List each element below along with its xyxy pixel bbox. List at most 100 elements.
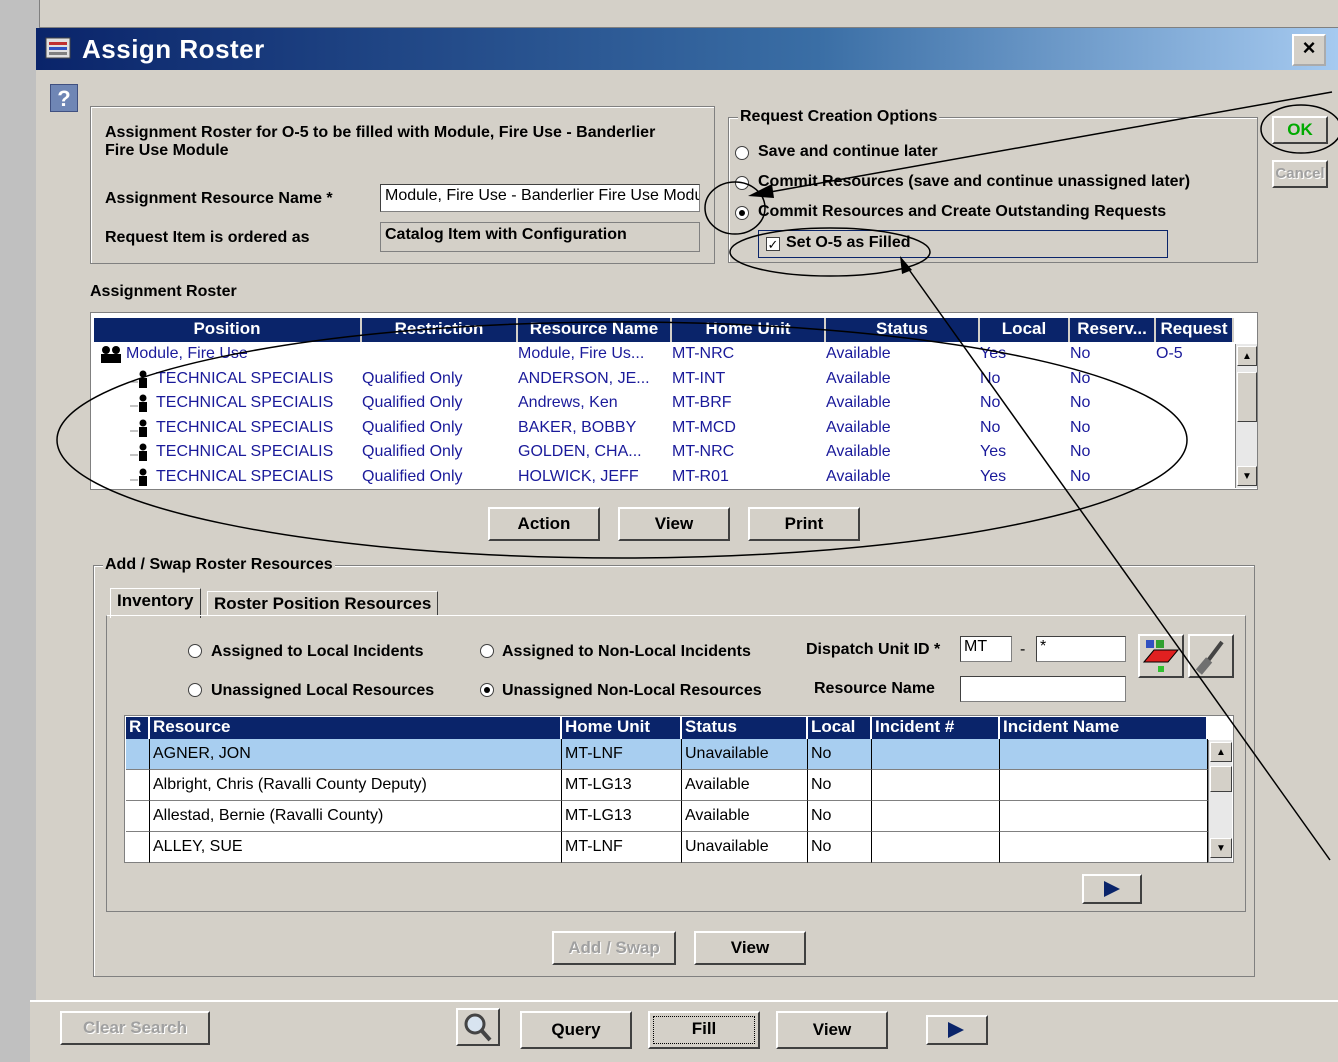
inventory-cell-incident: [872, 832, 1000, 863]
inventory-column-header[interactable]: Home Unit: [562, 717, 682, 739]
ordered-as-label: Request Item is ordered as: [105, 229, 310, 246]
dialog-titlebar[interactable]: Assign Roster ×: [36, 28, 1338, 70]
magnifier-icon[interactable]: [456, 1008, 500, 1046]
inventory-scroll-down-icon[interactable]: ▼: [1210, 838, 1232, 858]
inventory-column-header[interactable]: Incident Name: [1000, 717, 1208, 739]
inventory-row[interactable]: AGNER, JON MT-LNF Unavailable No: [126, 739, 1208, 770]
close-button[interactable]: ×: [1292, 34, 1326, 66]
background-window-strip: [0, 0, 1338, 28]
roster-row[interactable]: TECHNICAL SPECIALIS Qualified Only BAKER, …: [94, 416, 1234, 440]
radio-unassigned-nonlocal-label: Unassigned Non-Local Resources: [502, 682, 762, 699]
inventory-scroll-thumb[interactable]: [1210, 766, 1232, 792]
roster-cell-name: Module, Fire Us...: [518, 345, 645, 362]
resource-name-search-field[interactable]: [960, 676, 1126, 702]
tab-roster-position-resources[interactable]: Roster Position Resources: [207, 591, 439, 616]
clear-search-button[interactable]: Clear Search: [60, 1011, 210, 1045]
dispatch-separator: -: [1020, 641, 1026, 658]
inventory-cell-local: No: [808, 801, 872, 832]
cancel-button[interactable]: Cancel: [1272, 160, 1328, 188]
inventory-cell-status: Unavailable: [682, 832, 808, 863]
roster-cell-reserve: No: [1070, 345, 1091, 362]
roster-row[interactable]: TECHNICAL SPECIALIS Qualified Only GOLDEN,…: [94, 440, 1234, 464]
inventory-cell-r: [126, 832, 150, 863]
bottom-view-button[interactable]: View: [776, 1011, 888, 1049]
inventory-column-header[interactable]: R: [126, 717, 150, 739]
roster-row[interactable]: Module, Fire Use Module, Fire Us... MT-NRC…: [94, 342, 1234, 366]
roster-cell-request: [1156, 367, 1234, 391]
inventory-cell-status: Available: [682, 770, 808, 801]
roster-column-header[interactable]: Request: [1156, 318, 1234, 342]
dispatch-unit-field[interactable]: MT: [960, 636, 1012, 662]
inventory-cell-unit: MT-LG13: [562, 770, 682, 801]
person-icon: [130, 370, 150, 388]
inventory-scrollbar[interactable]: ▲ ▼: [1208, 740, 1232, 862]
radio-unassigned-nonlocal[interactable]: [480, 683, 494, 697]
inventory-table-header: R Resource Home Unit Status Local Incident # I…: [126, 717, 1208, 739]
ordered-as-value: Catalog Item with Configuration: [380, 222, 700, 252]
roster-cell-reserve: No: [1070, 394, 1091, 411]
print-button[interactable]: Print: [748, 507, 860, 541]
roster-row[interactable]: TECHNICAL SPECIALIS Qualified Only Andrews…: [94, 391, 1234, 415]
scroll-down-icon[interactable]: ▼: [1237, 466, 1257, 486]
inventory-table-body: AGNER, JON MT-LNF Unavailable No Albright, C…: [126, 739, 1208, 863]
roster-column-header[interactable]: Position: [94, 318, 362, 342]
dispatch-unit-field-2[interactable]: *: [1036, 636, 1126, 662]
tab-inventory[interactable]: Inventory: [110, 588, 201, 618]
set-filled-label: Set O-5 as Filled: [786, 234, 911, 251]
bottom-next-arrow-icon[interactable]: [926, 1015, 988, 1045]
swap-view-button[interactable]: View: [694, 931, 806, 965]
inventory-column-header[interactable]: Resource: [150, 717, 562, 739]
roster-cell-request: [1156, 416, 1234, 440]
add-swap-button[interactable]: Add / Swap: [552, 931, 676, 965]
radio-unassigned-local[interactable]: [188, 683, 202, 697]
roster-column-header[interactable]: Home Unit: [672, 318, 826, 342]
radio-commit-create-label: Commit Resources and Create Outstanding …: [758, 203, 1167, 220]
scroll-up-icon[interactable]: ▲: [1237, 346, 1257, 366]
query-button[interactable]: Query: [520, 1011, 632, 1049]
ok-button[interactable]: OK: [1272, 116, 1328, 144]
roster-cell-reserve: No: [1070, 467, 1091, 485]
roster-column-header[interactable]: Status: [826, 318, 980, 342]
roster-cell-local: Yes: [980, 345, 1007, 362]
roster-row[interactable]: TECHNICAL SPECIALIS Qualified Only HOLWICK…: [94, 465, 1234, 489]
roster-cell-local: No: [980, 418, 1001, 436]
inventory-column-header[interactable]: Incident #: [872, 717, 1000, 739]
inventory-column-header[interactable]: Local: [808, 717, 872, 739]
inventory-cell-local: No: [808, 770, 872, 801]
help-icon[interactable]: ?: [50, 84, 78, 112]
roster-cell-unit: MT-R01: [672, 467, 729, 485]
clear-eraser-icon[interactable]: [1188, 634, 1234, 678]
roster-scrollbar[interactable]: ▲ ▼: [1235, 344, 1257, 488]
inventory-scroll-up-icon[interactable]: ▲: [1210, 742, 1232, 762]
roster-column-header[interactable]: Restriction: [362, 318, 518, 342]
roster-cell-request: [1156, 391, 1234, 415]
inventory-cell-r: [126, 739, 150, 770]
inventory-row[interactable]: Albright, Chris (Ravalli County Deputy) M…: [126, 770, 1208, 801]
roster-cell-restriction: Qualified Only: [362, 443, 463, 460]
roster-column-header[interactable]: Resource Name: [518, 318, 672, 342]
roster-view-button[interactable]: View: [618, 507, 730, 541]
roster-column-header[interactable]: Local: [980, 318, 1070, 342]
resource-name-field[interactable]: Module, Fire Use - Banderlier Fire Use M…: [380, 184, 700, 212]
action-button[interactable]: Action: [488, 507, 600, 541]
scroll-thumb[interactable]: [1237, 372, 1257, 422]
unit-picker-icon[interactable]: [1138, 634, 1184, 678]
radio-save-later[interactable]: [735, 146, 749, 160]
inventory-cell-incident_name: [1000, 832, 1208, 863]
roster-row[interactable]: TECHNICAL SPECIALIS Qualified Only ANDERSO…: [94, 367, 1234, 391]
set-filled-checkbox[interactable]: ✓: [766, 237, 780, 251]
radio-commit-create[interactable]: [735, 206, 749, 220]
radio-assigned-local[interactable]: [188, 644, 202, 658]
roster-column-header[interactable]: Reserv...: [1070, 318, 1156, 342]
roster-cell-name: HOLWICK, JEFF: [518, 467, 639, 485]
radio-assigned-nonlocal[interactable]: [480, 644, 494, 658]
fill-button[interactable]: Fill: [648, 1011, 760, 1049]
inventory-row[interactable]: Allestad, Bernie (Ravalli County) MT-LG13…: [126, 801, 1208, 832]
next-page-arrow-icon[interactable]: [1082, 874, 1142, 904]
roster-cell-unit: MT-NRC: [672, 345, 735, 362]
radio-assigned-local-label: Assigned to Local Incidents: [211, 643, 424, 660]
inventory-column-header[interactable]: Status: [682, 717, 808, 739]
inventory-row[interactable]: ALLEY, SUE MT-LNF Unavailable No: [126, 832, 1208, 863]
radio-commit-save[interactable]: [735, 176, 749, 190]
inventory-cell-incident: [872, 739, 1000, 770]
